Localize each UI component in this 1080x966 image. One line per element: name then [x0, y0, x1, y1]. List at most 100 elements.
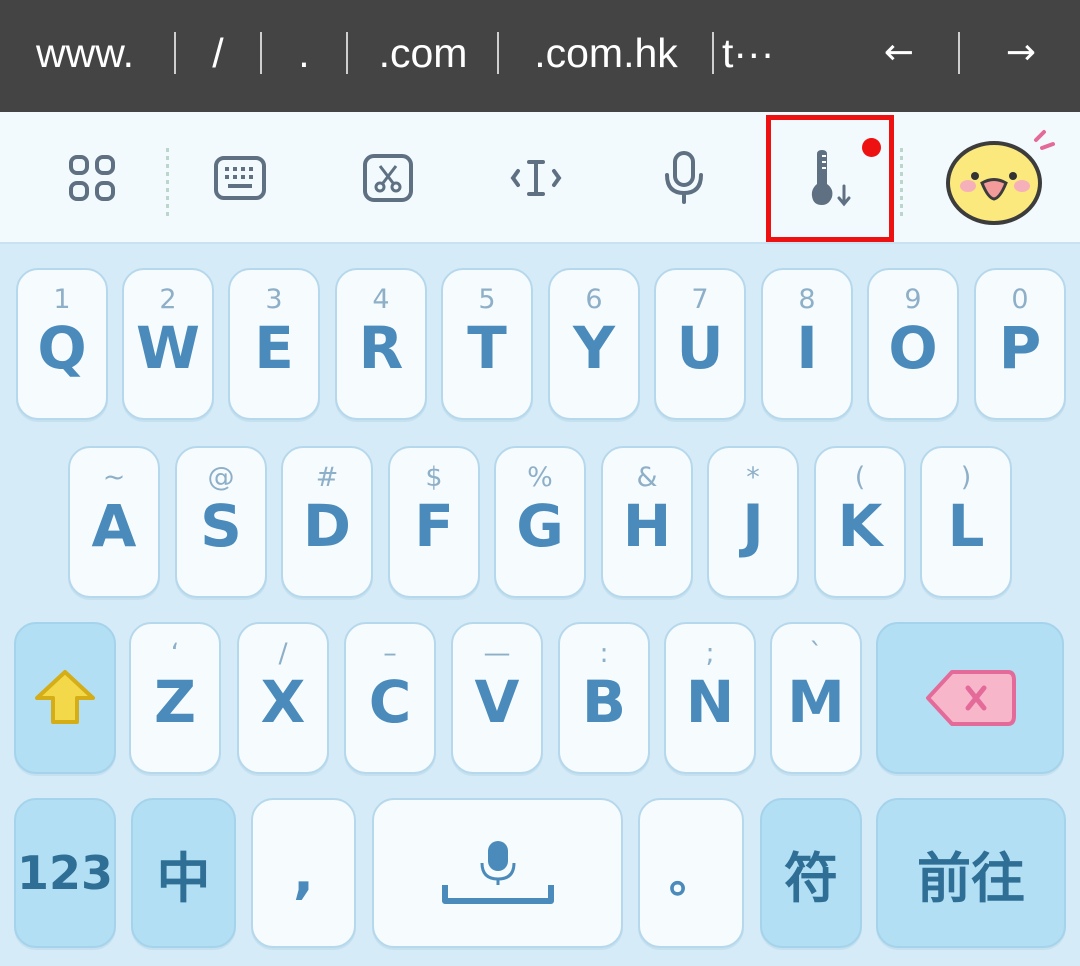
language-switch-key[interactable]: 中: [131, 798, 236, 948]
comma-key[interactable]: ,: [251, 798, 356, 948]
key-label: D: [302, 492, 352, 560]
key-a[interactable]: ~ A: [68, 446, 160, 598]
key-label: N: [685, 668, 735, 736]
go-key[interactable]: 前往: [876, 798, 1066, 948]
key-e[interactable]: 3E: [228, 268, 320, 420]
key-sub-label: –: [383, 638, 397, 669]
key-sub-label: ;: [705, 638, 715, 669]
key-sub-label: &: [636, 462, 658, 493]
symbols-key-label: 符: [784, 846, 838, 910]
key-label: O: [888, 314, 938, 382]
key-m[interactable]: ˋM: [770, 622, 862, 774]
keyboard-icon: [214, 156, 266, 200]
key-sub-label: 7: [691, 284, 709, 315]
symbols-key[interactable]: 符: [760, 798, 862, 948]
url-suggestion-www[interactable]: www.: [10, 0, 160, 112]
key-s[interactable]: @ S: [175, 446, 267, 598]
key-label: Z: [153, 668, 197, 736]
key-d[interactable]: # D: [281, 446, 373, 598]
key-sub-label: ~: [102, 462, 126, 493]
key-o[interactable]: 9O: [867, 268, 959, 420]
apps-grid-icon: [69, 155, 115, 201]
key-label: T: [467, 314, 507, 382]
url-suggestion-com-hk[interactable]: .com.hk: [500, 0, 712, 112]
clipboard-button[interactable]: [348, 112, 428, 244]
space-key[interactable]: [372, 798, 623, 948]
key-label: S: [200, 492, 242, 560]
cursor-left-arrow-icon[interactable]: ←: [844, 0, 954, 112]
key-sub-label: @: [207, 462, 235, 493]
key-p[interactable]: 0P: [974, 268, 1066, 420]
period-key-label: 。: [669, 852, 713, 903]
keyboard-toolbar: [0, 112, 1080, 244]
delete-key[interactable]: [876, 622, 1064, 774]
microphone-icon: [665, 151, 703, 204]
divider: [174, 32, 176, 74]
url-suggestion-com[interactable]: .com: [350, 0, 496, 112]
keyboard-button[interactable]: [200, 112, 280, 244]
key-sub-label: ʻ: [170, 638, 180, 669]
toolbar-divider: [900, 148, 903, 220]
voice-input-button[interactable]: [644, 112, 724, 244]
key-z[interactable]: ʻZ: [129, 622, 221, 774]
key-w[interactable]: 2W: [122, 268, 214, 420]
key-n[interactable]: ; N: [664, 622, 756, 774]
notification-dot: [862, 138, 881, 157]
key-label: H: [622, 492, 672, 560]
key-label: K: [837, 492, 883, 560]
key-i[interactable]: 8I: [761, 268, 853, 420]
go-key-label: 前往: [917, 846, 1025, 910]
divider: [346, 32, 348, 74]
key-sub-label: /: [278, 638, 288, 669]
space-microphone-icon: [441, 841, 554, 904]
key-label: J: [742, 492, 764, 560]
divider: [260, 32, 262, 74]
cursor-right-arrow-icon[interactable]: →: [966, 0, 1076, 112]
key-label: A: [91, 492, 137, 560]
key-sub-label: ): [960, 462, 972, 493]
key-r[interactable]: 4R: [335, 268, 427, 420]
key-sub-label: 4: [372, 284, 390, 315]
scissors-clipboard-icon: [363, 154, 413, 202]
key-b[interactable]: :B: [558, 622, 650, 774]
key-label: V: [474, 668, 520, 736]
key-u[interactable]: 7U: [654, 268, 746, 420]
key-f[interactable]: $ F: [388, 446, 480, 598]
period-key[interactable]: 。: [638, 798, 744, 948]
divider: [497, 32, 499, 74]
key-h[interactable]: & H: [601, 446, 693, 598]
key-sub-label: #: [315, 462, 339, 493]
url-suggestion-more[interactable]: t···: [722, 0, 822, 112]
key-label: I: [796, 314, 818, 382]
key-t[interactable]: 5T: [441, 268, 533, 420]
apps-grid-button[interactable]: [52, 112, 132, 244]
cursor-edit-button[interactable]: [496, 112, 576, 244]
numbers-key-label: 123: [16, 846, 114, 900]
numbers-key[interactable]: 123: [14, 798, 116, 948]
toolbar-divider: [166, 148, 169, 220]
url-suggestion-slash[interactable]: /: [178, 0, 258, 112]
key-x[interactable]: / X: [237, 622, 329, 774]
divider: [712, 32, 714, 74]
shift-key-content: [16, 624, 114, 772]
key-j[interactable]: * J: [707, 446, 799, 598]
key-sub-label: %: [527, 462, 553, 493]
key-sub-label: :: [599, 638, 609, 669]
key-g[interactable]: % G: [494, 446, 586, 598]
key-q[interactable]: 1Q: [16, 268, 108, 420]
shift-arrow-icon: [35, 670, 95, 724]
key-label: M: [787, 668, 845, 736]
sticker-button[interactable]: [940, 112, 1060, 244]
key-k[interactable]: (K: [814, 446, 906, 598]
key-label: X: [260, 668, 306, 736]
shift-key[interactable]: [14, 622, 116, 774]
key-v[interactable]: — V: [451, 622, 543, 774]
key-c[interactable]: – C: [344, 622, 436, 774]
key-label: Y: [573, 314, 615, 382]
key-y[interactable]: 6Y: [548, 268, 640, 420]
key-label: E: [254, 314, 294, 382]
url-suggestion-bar: www. / . .com .com.hk t··· ← →: [0, 0, 1080, 112]
key-label: C: [368, 668, 412, 736]
key-l[interactable]: ) L: [920, 446, 1012, 598]
url-suggestion-dot[interactable]: .: [264, 0, 344, 112]
